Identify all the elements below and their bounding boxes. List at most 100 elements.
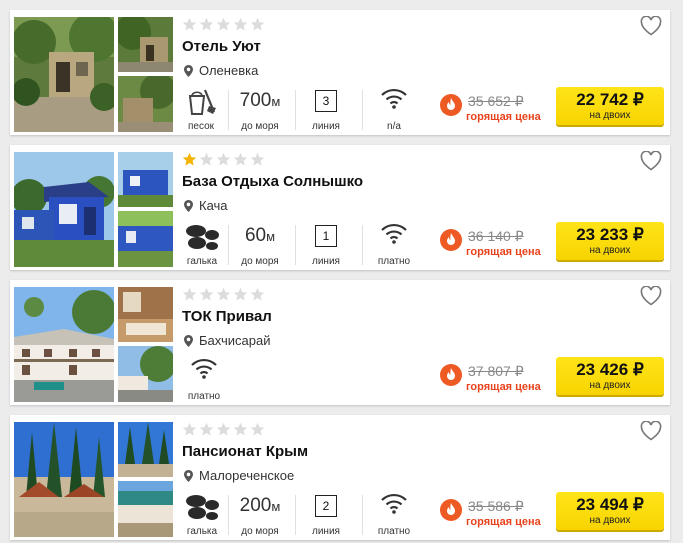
fire-icon [440, 94, 462, 116]
hot-price-label: горящая цена [466, 516, 541, 528]
hotel-main-photo[interactable] [14, 152, 114, 267]
distance-value: 700м [239, 90, 281, 111]
fire-icon [440, 229, 462, 251]
wifi-label: платно [187, 391, 221, 402]
hotel-thumb-photo[interactable] [118, 481, 173, 537]
hotel-thumb-photo[interactable] [118, 76, 173, 132]
star-empty-icon [216, 152, 231, 166]
location-name: Бахчисарай [199, 333, 271, 348]
hot-price-label: горящая цена [466, 381, 541, 393]
line-label: линия [312, 256, 340, 267]
hotel-thumb-photo[interactable] [118, 422, 173, 477]
wifi-icon [381, 223, 407, 244]
map-pin-icon [184, 469, 193, 482]
star-empty-icon [199, 152, 214, 166]
old-price: 35 652 ₽ [468, 93, 524, 109]
price-button[interactable]: 23 233 ₽ на двоих [556, 222, 664, 260]
hotel-location: Бахчисарай [184, 333, 270, 348]
feature-divider [228, 90, 229, 130]
favorite-heart-icon[interactable] [640, 16, 662, 36]
map-pin-icon [184, 334, 193, 347]
star-empty-icon [233, 287, 248, 301]
old-price: 36 140 ₽ [468, 228, 524, 244]
price-value: 23 494 ₽ [576, 495, 644, 514]
wifi-icon [381, 88, 407, 109]
beach-feature: галька [182, 221, 222, 267]
hot-price-label: горящая цена [466, 111, 541, 123]
favorite-heart-icon[interactable] [640, 151, 662, 171]
hotel-location: Кача [184, 198, 228, 213]
price-value: 23 426 ₽ [576, 360, 644, 379]
wifi-feature: платно [372, 221, 416, 267]
wifi-feature: платно [372, 491, 416, 537]
map-pin-icon [184, 64, 193, 77]
hotel-card[interactable]: ТОК Привал Бахчисарай платно 37 807 ₽ го… [10, 280, 670, 405]
hot-price-label: горящая цена [466, 246, 541, 258]
star-rating [182, 287, 265, 303]
map-pin-icon [184, 199, 193, 212]
hotel-name[interactable]: ТОК Привал [182, 308, 272, 325]
price-button[interactable]: 23 494 ₽ на двоих [556, 492, 664, 530]
hotel-main-photo[interactable] [14, 422, 114, 537]
hotel-thumb-photo[interactable] [118, 346, 173, 402]
favorite-heart-icon[interactable] [640, 421, 662, 441]
hotel-name[interactable]: Отель Уют [182, 38, 261, 55]
location-name: Оленевка [199, 63, 259, 78]
hotel-thumb-photo[interactable] [118, 287, 173, 342]
hotel-name[interactable]: База Отдыха Солнышко [182, 173, 363, 190]
line-feature: 2 линия [306, 491, 346, 537]
hotel-card[interactable]: Отель Уют Оленевка песок 700м до моря 3 … [10, 10, 670, 135]
star-empty-icon [182, 422, 197, 436]
wifi-label: платно [377, 256, 411, 267]
distance-label: до моря [241, 526, 279, 537]
hotel-main-photo[interactable] [14, 17, 114, 132]
beach-type-label: песок [187, 121, 215, 132]
wifi-feature: n/a [372, 86, 416, 132]
star-empty-icon [233, 422, 248, 436]
sand-bucket-icon [188, 89, 216, 115]
beach-feature: песок [182, 86, 220, 132]
hotel-card[interactable]: Пансионат Крым Малореченское галька 200м… [10, 415, 670, 540]
feature-divider [295, 225, 296, 265]
hotel-name[interactable]: Пансионат Крым [182, 443, 308, 460]
feature-divider [295, 90, 296, 130]
hotel-thumb-photo[interactable] [118, 152, 173, 207]
feature-divider [362, 225, 363, 265]
hotel-card[interactable]: База Отдыха Солнышко Кача галька 60м до … [10, 145, 670, 270]
distance-feature: 700м до моря [234, 86, 286, 132]
wifi-label: n/a [387, 121, 401, 132]
distance-label: до моря [241, 256, 279, 267]
feature-divider [228, 495, 229, 535]
distance-label: до моря [241, 121, 279, 132]
beach-type-label: галька [186, 526, 218, 537]
hotel-thumb-photo[interactable] [118, 211, 173, 267]
wifi-icon [191, 358, 217, 379]
line-number-box: 1 [315, 225, 337, 247]
old-price: 35 586 ₽ [468, 498, 524, 514]
distance-value: 200м [239, 495, 281, 516]
star-rating [182, 422, 265, 438]
favorite-heart-icon[interactable] [640, 286, 662, 306]
star-empty-icon [250, 287, 265, 301]
hotel-location: Малореченское [184, 468, 294, 483]
distance-feature: 200м до моря [234, 491, 286, 537]
line-number-box: 3 [315, 90, 337, 112]
price-value: 22 742 ₽ [576, 90, 644, 109]
wifi-feature: платно [182, 356, 226, 402]
fire-icon [440, 499, 462, 521]
old-price: 37 807 ₽ [468, 363, 524, 379]
price-button[interactable]: 23 426 ₽ на двоих [556, 357, 664, 395]
hotel-thumb-photo[interactable] [118, 17, 173, 72]
feature-divider [295, 495, 296, 535]
feature-divider [362, 495, 363, 535]
distance-value: 60м [244, 225, 276, 246]
price-value: 23 233 ₽ [576, 225, 644, 244]
hotel-main-photo[interactable] [14, 287, 114, 402]
price-button[interactable]: 22 742 ₽ на двоих [556, 87, 664, 125]
beach-feature: галька [182, 491, 222, 537]
wifi-icon [381, 493, 407, 514]
star-empty-icon [233, 152, 248, 166]
fire-icon [440, 364, 462, 386]
line-number-box: 2 [315, 495, 337, 517]
location-name: Малореченское [199, 468, 295, 483]
